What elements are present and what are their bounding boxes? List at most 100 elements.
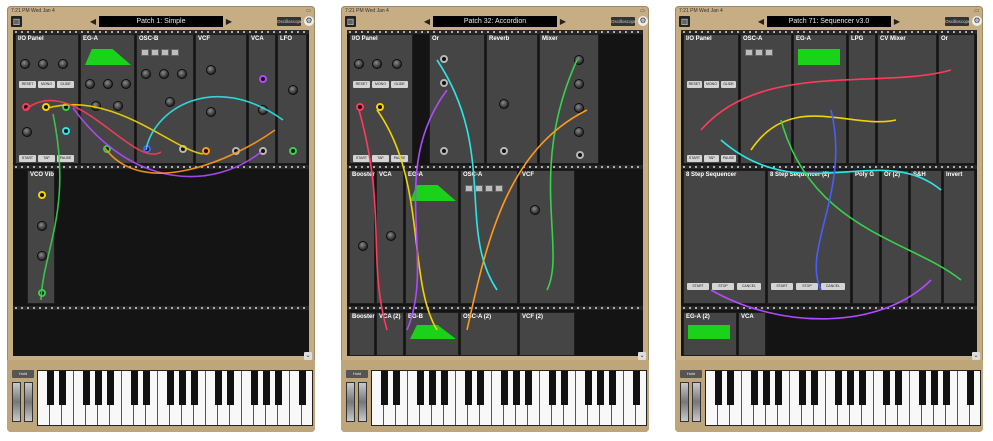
oscilloscope-button[interactable]: Oscilloscope [945, 17, 971, 26]
module-vca[interactable]: VCA [376, 170, 404, 304]
black-key[interactable] [464, 371, 472, 405]
black-key[interactable] [810, 371, 818, 405]
mix-in1-knob[interactable] [574, 55, 584, 65]
seq-cancel-button[interactable]: CANCEL [737, 283, 761, 290]
black-key[interactable] [846, 371, 854, 405]
black-key[interactable] [882, 371, 890, 405]
pitch-wheel[interactable] [12, 382, 21, 422]
black-key[interactable] [380, 371, 388, 405]
mod-wheel[interactable] [24, 382, 33, 422]
module-reverb[interactable]: Reverb [486, 34, 538, 164]
seq-stop-button[interactable]: STOP [712, 283, 734, 290]
sync-jack[interactable] [143, 145, 151, 153]
black-key[interactable] [548, 371, 556, 405]
black-key[interactable] [106, 371, 114, 405]
module-eg-a[interactable]: EG-A [793, 34, 847, 164]
patch-title[interactable]: Patch 1: Simple [99, 16, 223, 27]
black-key[interactable] [214, 371, 222, 405]
gate-jack[interactable] [356, 103, 364, 111]
module-osc-a[interactable]: OSC-A [460, 170, 518, 304]
hold-button[interactable]: Hold [680, 370, 702, 378]
black-key[interactable] [858, 371, 866, 405]
rack-icon[interactable]: ▥ [345, 16, 356, 27]
settings-icon[interactable]: ⚙ [638, 16, 648, 26]
black-key[interactable] [834, 371, 842, 405]
glide-button[interactable]: GLIDE [391, 81, 408, 88]
black-key[interactable] [500, 371, 508, 405]
mono-button[interactable]: MONO [704, 81, 719, 88]
black-key[interactable] [726, 371, 734, 405]
black-key[interactable] [130, 371, 138, 405]
black-key[interactable] [750, 371, 758, 405]
mod-wheel[interactable] [358, 382, 367, 422]
waveform-button[interactable] [765, 49, 773, 56]
black-key[interactable] [476, 371, 484, 405]
black-key[interactable] [298, 371, 306, 405]
module-rack[interactable]: I/O Panel RESET MONO GLIDE START TAP PAU… [13, 30, 309, 356]
level-knob[interactable] [499, 99, 509, 109]
vib-out-jack[interactable] [38, 289, 46, 297]
black-key[interactable] [608, 371, 616, 405]
mod-wheel[interactable] [692, 382, 701, 422]
module-or[interactable]: Or [429, 34, 485, 164]
collapse-chevron-icon[interactable]: ⌄ [304, 352, 312, 360]
waveform-button[interactable] [151, 49, 159, 56]
black-key[interactable] [142, 371, 150, 405]
pitch-wheel[interactable] [346, 382, 355, 422]
start-button[interactable]: START [19, 155, 36, 162]
eg-out-jack[interactable] [103, 145, 111, 153]
tap-button[interactable]: TAP [704, 155, 719, 162]
next-arrow-icon[interactable]: ▶ [559, 16, 567, 27]
module-eg-a[interactable]: EG-A [80, 34, 135, 164]
oscilloscope-button[interactable]: Oscilloscope [611, 17, 637, 26]
settings-icon[interactable]: ⚙ [972, 16, 982, 26]
module-eg-a[interactable]: EG-A [405, 170, 459, 304]
black-key[interactable] [774, 371, 782, 405]
sustain-knob[interactable] [91, 101, 101, 111]
frequency-knob[interactable] [206, 65, 216, 75]
attack-knob[interactable] [103, 79, 113, 89]
hold-button[interactable]: Hold [12, 370, 34, 378]
module-osc-a[interactable]: OSC-A [740, 34, 792, 164]
black-key[interactable] [428, 371, 436, 405]
lfo-out-jack[interactable] [289, 147, 297, 155]
next-arrow-icon[interactable]: ▶ [893, 16, 901, 27]
module-vcf[interactable]: VCF [519, 170, 575, 304]
module-cv-mixer[interactable]: CV Mixer [877, 34, 937, 164]
module-or-2[interactable]: Or (2) [881, 170, 909, 304]
mix-in2-knob[interactable] [574, 79, 584, 89]
delay-knob[interactable] [85, 79, 95, 89]
settings-icon[interactable]: ⚙ [304, 16, 314, 26]
seq-cancel-button[interactable]: CANCEL [821, 283, 845, 290]
black-key[interactable] [942, 371, 950, 405]
black-key[interactable] [94, 371, 102, 405]
patch-title[interactable]: Patch 71: Sequencer v3.0 [767, 16, 891, 27]
seq-stop-button[interactable]: STOP [796, 283, 818, 290]
waveform-button[interactable] [141, 49, 149, 56]
module-vca[interactable]: VCA [738, 312, 766, 356]
black-key[interactable] [918, 371, 926, 405]
next-arrow-icon[interactable]: ▶ [225, 16, 233, 27]
black-key[interactable] [930, 371, 938, 405]
pan-knob[interactable] [372, 59, 382, 69]
waveform-button[interactable] [755, 49, 763, 56]
pitch-wheel[interactable] [680, 382, 689, 422]
portamento-knob[interactable] [392, 59, 402, 69]
black-key[interactable] [82, 371, 90, 405]
frequency-knob[interactable] [530, 205, 540, 215]
black-key[interactable] [250, 371, 258, 405]
mono-button[interactable]: MONO [38, 81, 55, 88]
release-knob[interactable] [113, 101, 123, 111]
oscilloscope-button[interactable]: Oscilloscope [277, 17, 303, 26]
module-vcf-2[interactable]: VCF (2) [519, 312, 575, 356]
waveform-button[interactable] [171, 49, 179, 56]
waveform-button[interactable] [465, 185, 473, 192]
module-poly-g[interactable]: Poly G [852, 170, 880, 304]
module-vco-vib[interactable]: VCO Vib [27, 170, 55, 304]
vcf-out-jack[interactable] [232, 147, 240, 155]
module-osc-a-2[interactable]: OSC-A (2) [460, 312, 518, 356]
collapse-chevron-icon[interactable]: ⌄ [638, 352, 646, 360]
resonance-knob[interactable] [206, 107, 216, 117]
piano-keyboard[interactable] [705, 370, 981, 426]
voct-jack[interactable] [42, 103, 50, 111]
